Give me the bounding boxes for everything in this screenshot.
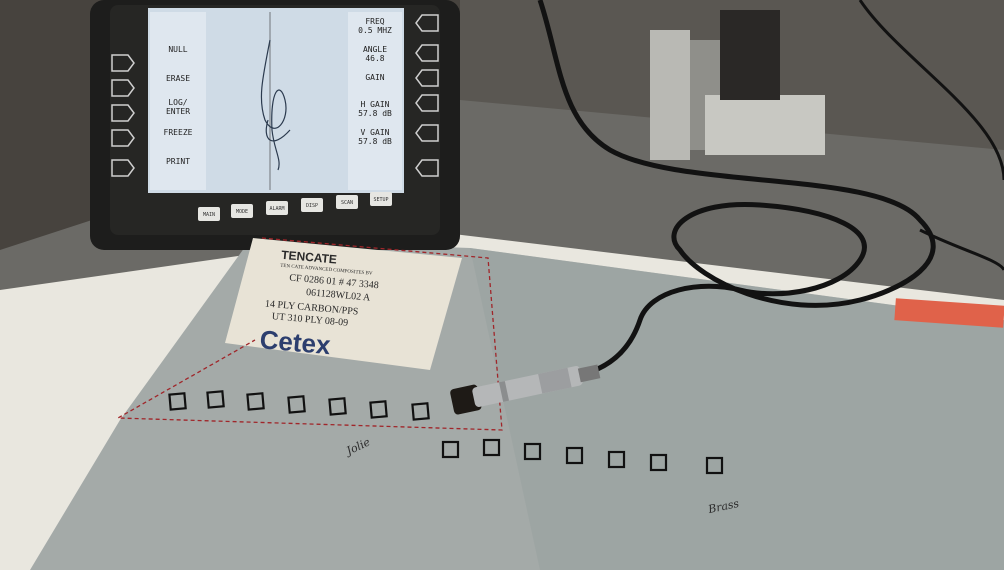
button-main[interactable]: MAIN bbox=[198, 212, 220, 218]
button-mode[interactable]: MODE bbox=[231, 209, 253, 215]
menu-print[interactable]: PRINT bbox=[150, 157, 206, 166]
menu-freeze[interactable]: FREEZE bbox=[150, 128, 206, 137]
product-name: Cetex bbox=[258, 324, 332, 361]
photo-scene: NULL ERASE LOG/ ENTER FREEZE PRINT FREQ … bbox=[0, 0, 1004, 570]
button-setup[interactable]: SETUP bbox=[370, 197, 392, 203]
menu-freq[interactable]: FREQ 0.5 MHZ bbox=[348, 17, 402, 35]
menu-gain[interactable]: GAIN bbox=[348, 73, 402, 82]
menu-erase[interactable]: ERASE bbox=[150, 74, 206, 83]
menu-v-gain[interactable]: V GAIN 57.8 dB bbox=[348, 128, 402, 146]
menu-angle[interactable]: ANGLE 46.8 bbox=[348, 45, 402, 63]
scene-graphics bbox=[0, 0, 1004, 570]
menu-null[interactable]: NULL bbox=[150, 45, 206, 54]
button-scan[interactable]: SCAN bbox=[336, 200, 358, 206]
label-card-text: TENCATE TEN CATE ADVANCED COMPOSITES BV … bbox=[252, 246, 452, 382]
button-disp[interactable]: DISP bbox=[301, 203, 323, 209]
button-alarm[interactable]: ALARM bbox=[266, 206, 288, 212]
flaw-detector bbox=[90, 0, 460, 250]
menu-h-gain[interactable]: H GAIN 57.8 dB bbox=[348, 100, 402, 118]
menu-log-enter[interactable]: LOG/ ENTER bbox=[150, 98, 206, 116]
